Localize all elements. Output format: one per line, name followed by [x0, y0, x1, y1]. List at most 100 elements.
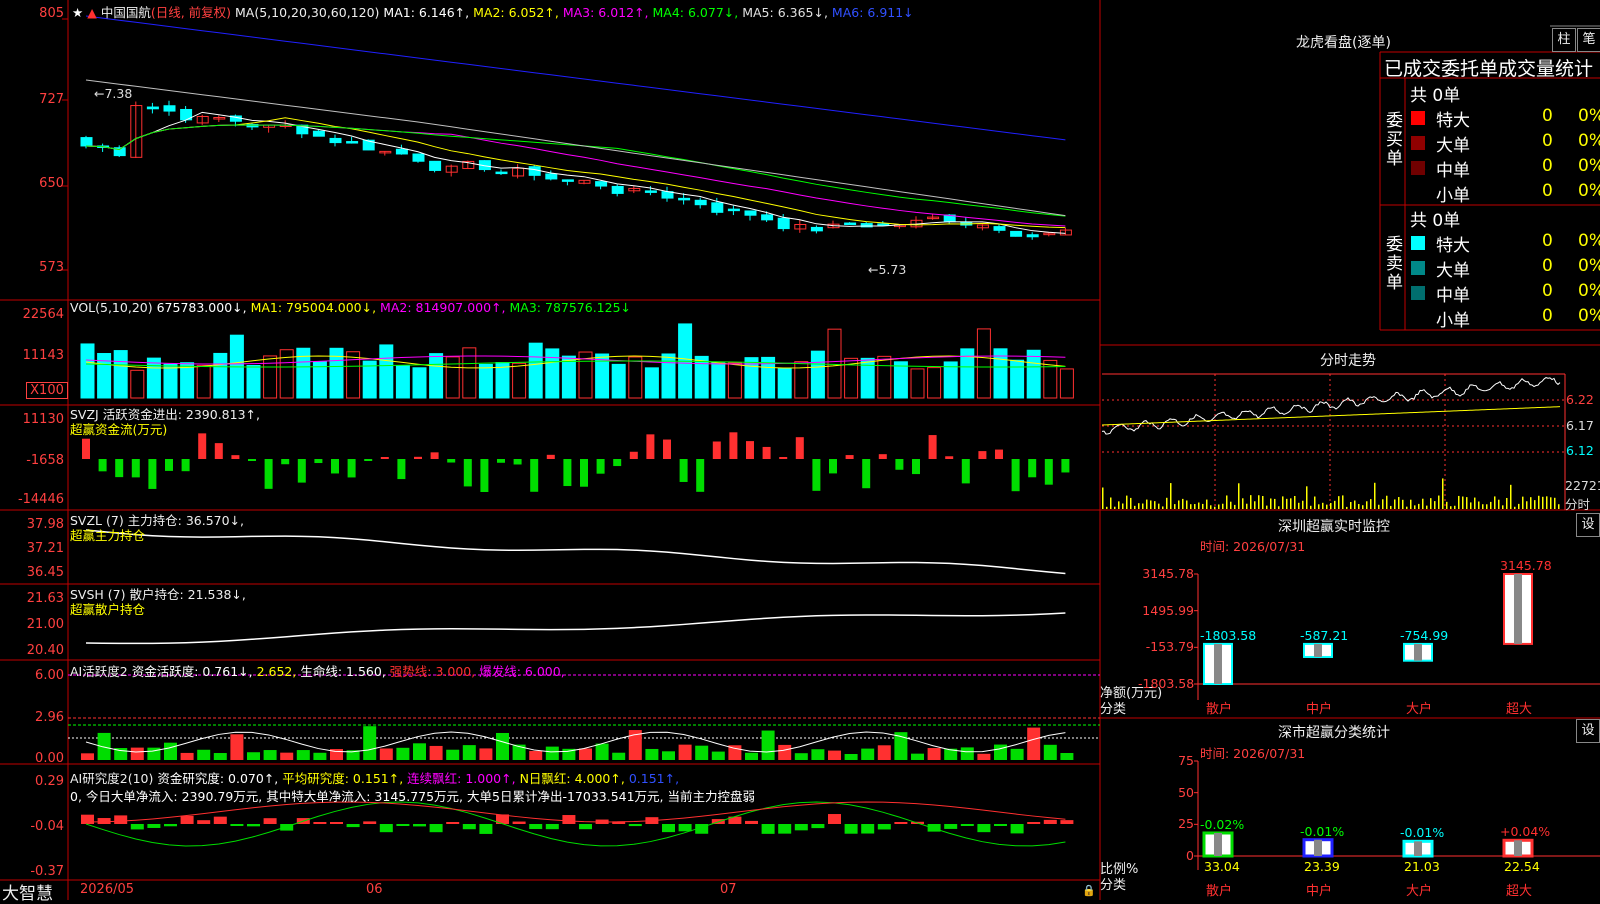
fund-flow-bar — [1044, 459, 1053, 485]
svzl-sub: 超赢主力持仓 — [70, 528, 146, 543]
monitor-bar-shade — [1514, 574, 1522, 644]
fund-flow-bar — [380, 457, 389, 459]
svzj-ytick-1: -1658 — [26, 453, 64, 468]
ai3-c: 连续飘红: 1.000↑, — [407, 771, 516, 786]
fenshi-volume-bar — [1366, 501, 1368, 509]
fenshi-volume-bar — [1510, 484, 1512, 509]
order-row-pct: 0% — [1578, 306, 1600, 326]
fenshi-volume-bar — [1110, 497, 1112, 509]
fenshi-volume-bar — [1394, 499, 1396, 509]
research-bar — [313, 822, 327, 824]
volume-bar — [362, 360, 377, 399]
order-row-pct: 0% — [1578, 181, 1600, 201]
stats-ytick: 0 — [1186, 848, 1194, 863]
ma2-value: MA2: 6.052↑, — [473, 5, 559, 20]
vol-ytick-1: 11143 — [22, 348, 64, 363]
fenshi-volume-bar — [1294, 496, 1296, 509]
volume-bar — [246, 364, 261, 399]
candle — [844, 222, 857, 226]
stats-value-label: 23.39 — [1304, 859, 1340, 874]
research-bar — [529, 824, 543, 830]
chart-canvas[interactable] — [0, 0, 1600, 900]
fenshi-volume-bar — [1174, 504, 1176, 509]
activity-bar — [595, 743, 609, 760]
order-color-swatch — [1411, 236, 1425, 250]
research-bar — [446, 822, 460, 824]
research-bar — [363, 821, 377, 824]
candle — [744, 210, 757, 216]
research-bar — [147, 824, 161, 828]
stats-settings-button[interactable]: 设 — [1576, 719, 1600, 743]
volume-bar — [196, 364, 211, 399]
fenshi-ytick-0: 6.22 — [1566, 392, 1594, 407]
monitor-value-label: -754.99 — [1400, 627, 1449, 643]
candle — [678, 197, 691, 201]
fund-flow-bar — [1011, 459, 1020, 492]
fund-flow-bar — [513, 459, 522, 465]
volume-bar — [661, 353, 676, 399]
candle — [495, 171, 508, 175]
fenshi-volume-bar — [1406, 506, 1408, 509]
star-icon[interactable]: ★ — [72, 5, 83, 20]
order-row-pct: 0% — [1578, 131, 1600, 151]
fund-flow-bar — [414, 456, 422, 459]
research-bar — [778, 824, 792, 834]
candle — [346, 141, 359, 144]
order-row-pct: 0% — [1578, 281, 1600, 301]
order-row-num: 0 — [1542, 181, 1553, 201]
fenshi-volume-bar — [1386, 495, 1388, 509]
fenshi-title: 分时走势 — [1320, 353, 1376, 369]
volume-bar — [113, 350, 128, 399]
vol-header: VOL(5,10,20) 675783.000↓, MA1: 795004.00… — [70, 300, 631, 315]
bar-mode-button[interactable]: 柱 — [1552, 28, 1576, 52]
fund-flow-bar — [115, 459, 124, 478]
fund-flow-bar — [131, 459, 140, 478]
ai3-ytick-2: -0.37 — [30, 864, 64, 879]
fenshi-ytick-2: 6.12 — [1566, 443, 1594, 458]
monitor-value-label: -587.21 — [1300, 627, 1349, 643]
fund-flow-bar — [530, 459, 539, 492]
svzj-ytick-2: -14446 — [17, 492, 64, 507]
activity-bar — [977, 753, 991, 760]
fenshi-price-line — [1101, 377, 1561, 435]
monitor-title: 深圳超赢实时监控 — [1278, 519, 1390, 535]
research-bar — [346, 824, 360, 828]
fenshi-volume-bar — [1414, 505, 1416, 509]
volume-bar — [346, 351, 361, 399]
ma2-line — [85, 117, 1066, 229]
sell-total: 共 0单 — [1410, 211, 1461, 231]
order-row-pct: 0% — [1578, 106, 1600, 126]
fenshi-volume-bar — [1338, 496, 1340, 509]
fenshi-volume-bar — [1194, 504, 1196, 509]
fenshi-volume-bar — [1446, 501, 1448, 509]
fenshi-volume-bar — [1122, 503, 1124, 509]
fenshi-volume-bar — [1270, 498, 1272, 509]
monitor-bar-shade — [1314, 643, 1322, 657]
volume-bar — [263, 355, 278, 399]
ai2-d: 强势线: 3.000, — [389, 664, 476, 679]
monitor-category: 大户 — [1406, 702, 1433, 717]
fenshi-volume-bar — [1458, 495, 1460, 509]
fund-flow-bar — [862, 459, 871, 489]
order-row-name: 中单 — [1436, 161, 1470, 181]
research-bar — [263, 818, 277, 824]
line-mode-button[interactable]: 笔 — [1577, 28, 1600, 52]
candle — [611, 185, 624, 194]
activity-bar — [695, 745, 709, 760]
fund-flow-bar — [198, 433, 207, 459]
research-bar — [462, 824, 476, 830]
fenshi-avg-line — [1101, 406, 1561, 426]
fenshi-volume-bar — [1526, 501, 1528, 509]
research-bar — [197, 820, 211, 824]
fenshi-volume-bar — [1474, 497, 1476, 509]
ma6-value: MA6: 6.911↓ — [831, 5, 914, 20]
fund-flow-bar — [779, 457, 788, 459]
lock-icon[interactable]: 🔒 — [1082, 884, 1096, 897]
monitor-settings-button[interactable]: 设 — [1576, 513, 1600, 537]
fund-flow-bar — [995, 449, 1003, 459]
stock-title: 中国国航 — [100, 5, 151, 20]
fund-flow-bar — [712, 441, 721, 459]
volume-bar — [512, 362, 527, 399]
ma4-line — [85, 124, 1066, 217]
order-row-num: 0 — [1542, 106, 1553, 126]
